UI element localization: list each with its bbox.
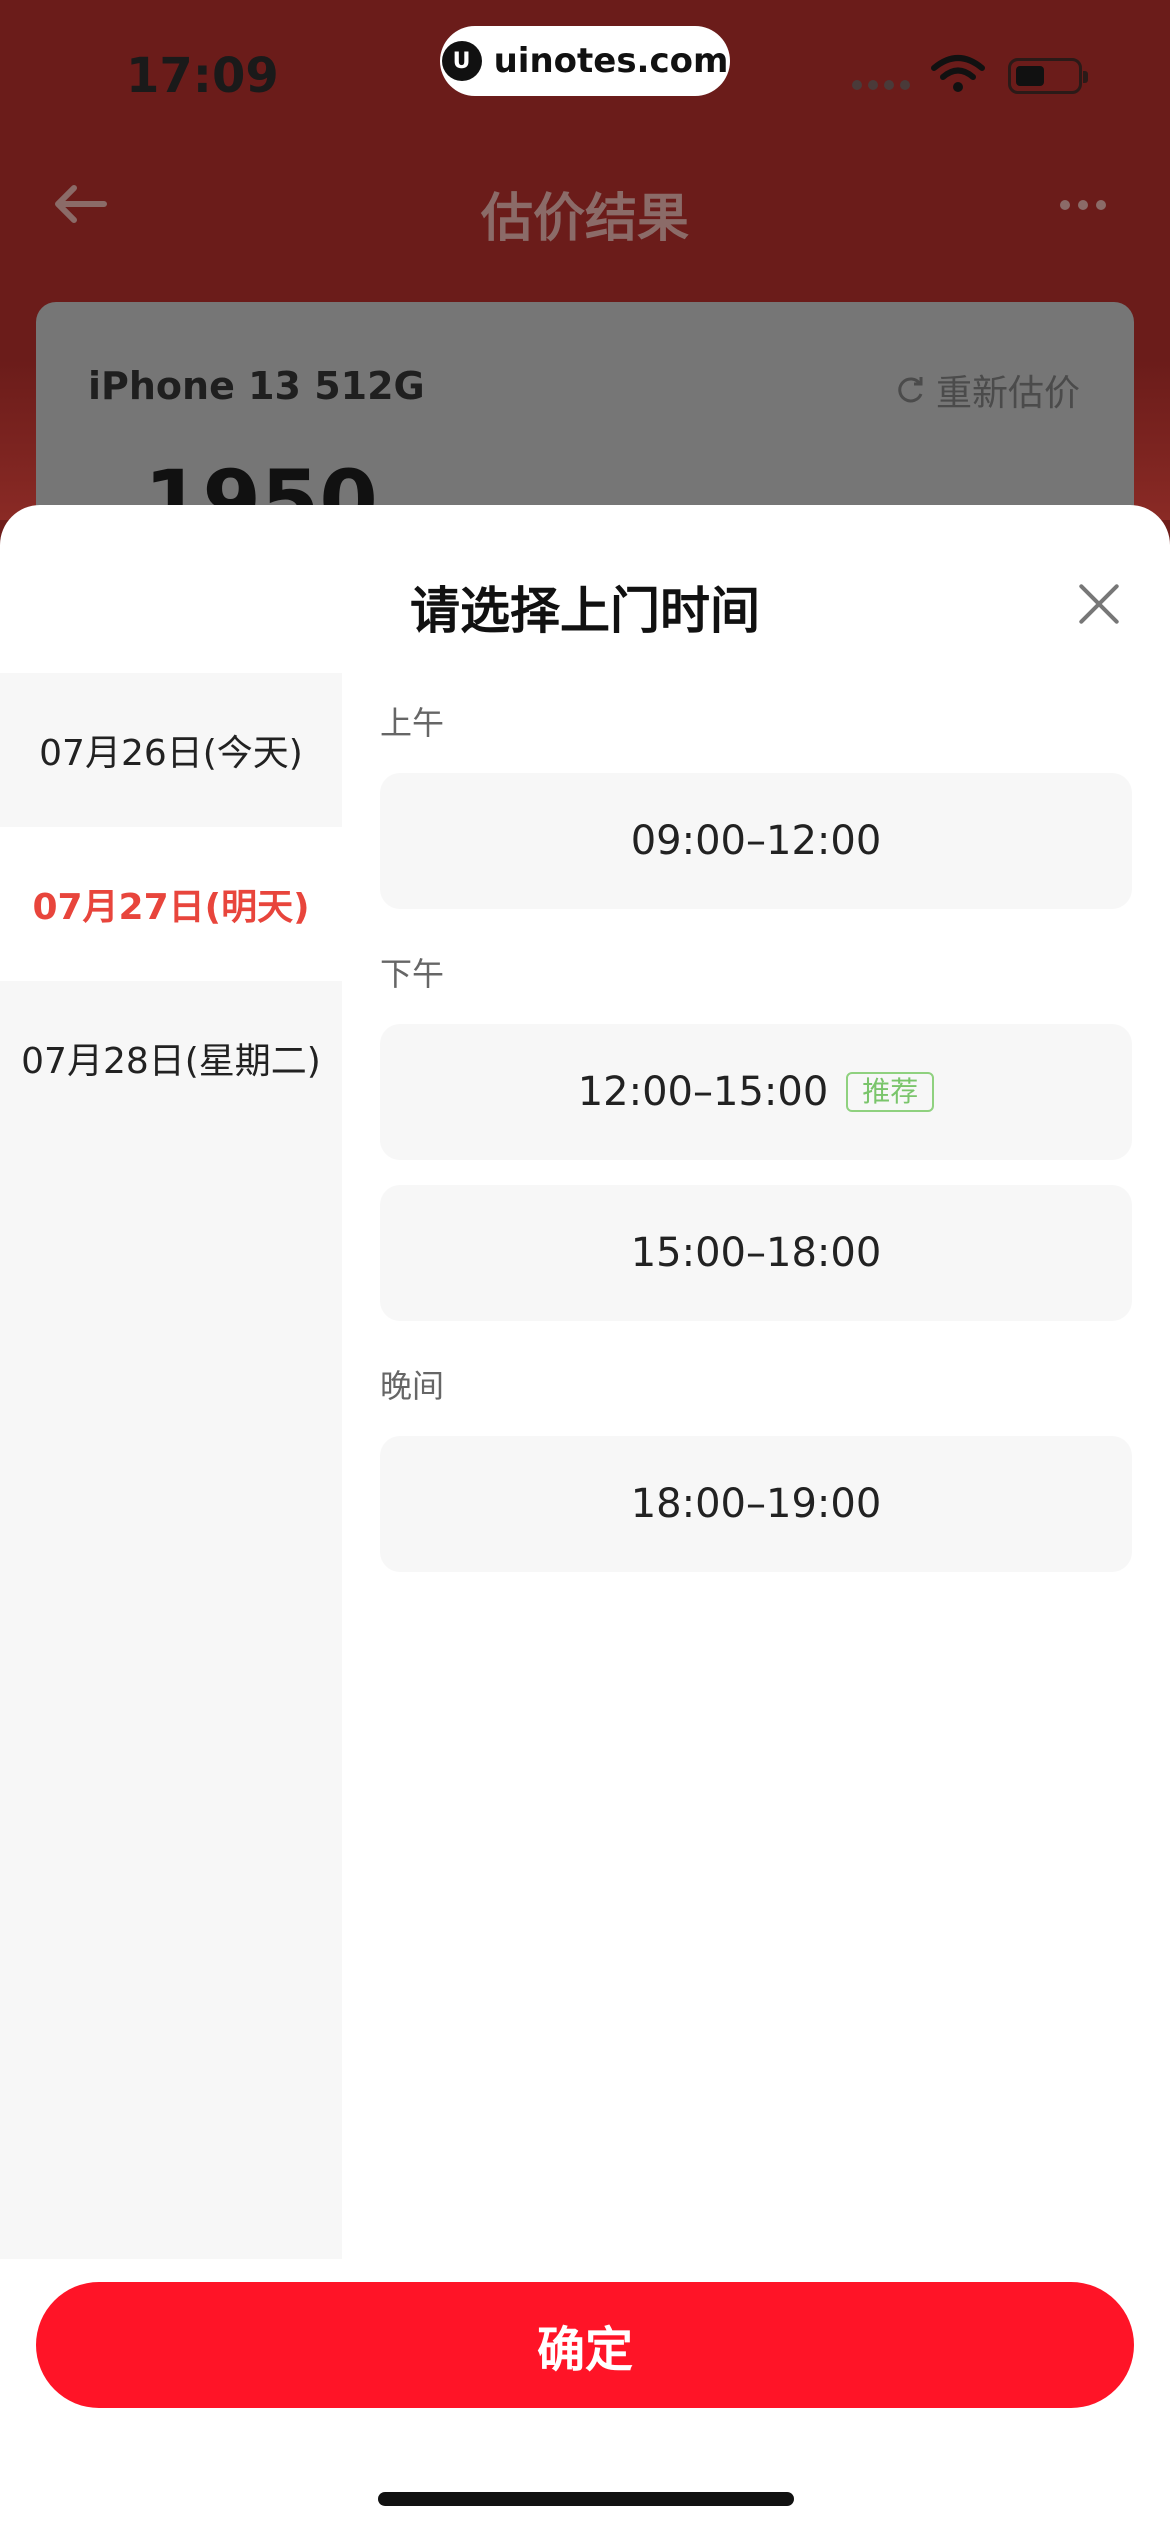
time-slot-label: 09:00–12:00 <box>630 818 882 864</box>
time-slot-label: 12:00–15:00 <box>577 1069 829 1115</box>
watermark-logo-icon: U <box>441 41 482 81</box>
section-label-afternoon: 下午 <box>380 955 445 993</box>
date-list: 07月26日(今天) 07月27日(明天) 07月28日(星期二) <box>0 673 342 2259</box>
recommended-badge: 推荐 <box>846 1072 935 1112</box>
time-slot[interactable]: 15:00–18:00 <box>380 1185 1132 1321</box>
wifi-icon <box>931 55 985 92</box>
time-slot-label: 15:00–18:00 <box>630 1230 882 1276</box>
watermark-badge: U uinotes.com <box>440 26 730 96</box>
page-title: 估价结果 <box>480 189 689 249</box>
time-slot[interactable]: 18:00–19:00 <box>380 1436 1132 1572</box>
time-slot[interactable]: 12:00–15:00 推荐 <box>380 1024 1132 1160</box>
time-slot-label: 18:00–19:00 <box>630 1481 882 1527</box>
close-icon[interactable] <box>1076 581 1122 627</box>
device-model: iPhone 13 512G <box>88 364 425 408</box>
section-label-evening: 晚间 <box>380 1367 445 1405</box>
section-label-morning: 上午 <box>380 704 445 742</box>
home-indicator <box>378 2492 794 2506</box>
sheet-title: 请选择上门时间 <box>410 582 760 640</box>
time-slot[interactable]: 09:00–12:00 <box>380 773 1132 909</box>
watermark-text: uinotes.com <box>493 41 729 81</box>
date-item-tomorrow[interactable]: 07月27日(明天) <box>0 827 342 981</box>
time-picker-sheet: 请选择上门时间 07月26日(今天) 07月27日(明天) 07月28日(星期二… <box>0 505 1170 2532</box>
reestimate-button[interactable]: 重新估价 <box>892 364 1080 416</box>
date-item-today[interactable]: 07月26日(今天) <box>0 673 342 827</box>
date-item-tuesday[interactable]: 07月28日(星期二) <box>0 981 342 1135</box>
cellular-signal-icon <box>852 80 910 90</box>
status-time: 17:09 <box>126 48 279 104</box>
confirm-button[interactable]: 确定 <box>36 2282 1134 2408</box>
refresh-icon <box>898 377 923 403</box>
more-icon[interactable] <box>1060 200 1106 210</box>
reestimate-label: 重新估价 <box>935 373 1080 414</box>
battery-icon <box>1008 58 1088 94</box>
